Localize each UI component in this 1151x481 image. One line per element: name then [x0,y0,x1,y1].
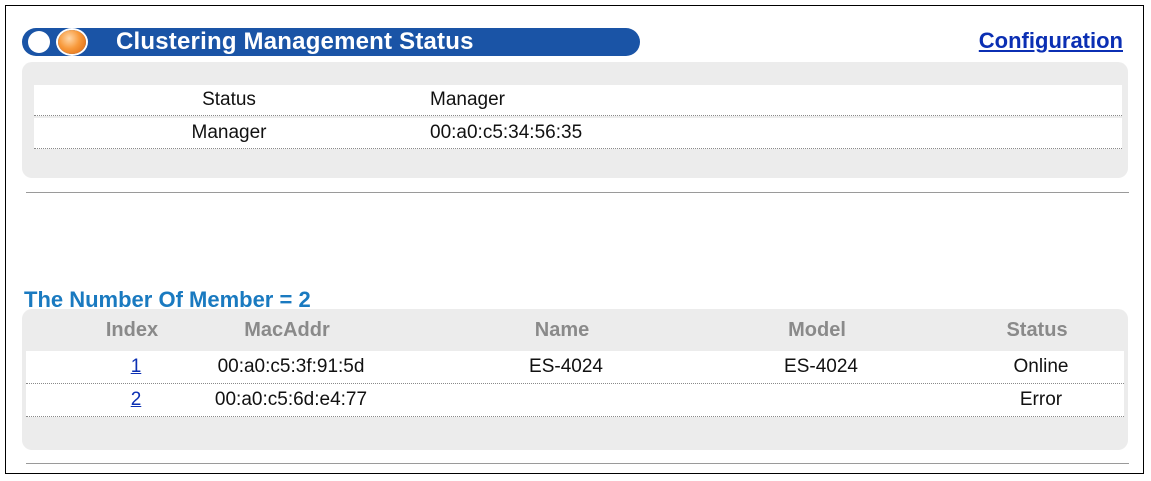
main-frame: Clustering Management Status Configurati… [5,5,1144,474]
status-panel-footer [34,151,1122,165]
model-cell: ES-4024 [784,356,858,377]
page-title: Clustering Management Status [116,28,474,55]
column-header-status: Status [1006,319,1068,341]
status-value: Manager [430,89,505,110]
mac-cell: 00:a0:c5:3f:91:5d [217,356,365,377]
member-index-link[interactable]: 2 [131,389,142,410]
name-cell: ES-4024 [529,356,603,377]
status-label: Status [202,89,256,110]
column-header-name: Name [534,319,590,341]
status-row: Status Manager [34,85,1122,116]
manager-value: 00:a0:c5:34:56:35 [430,122,583,143]
manager-label: Manager [191,122,267,143]
status-cell: Online [1013,356,1069,377]
mac-cell: 00:a0:c5:6d:e4:77 [214,389,368,410]
members-table: Index MacAddr Name Model Status 1 00:a0:… [22,309,1128,450]
manager-row: Manager 00:a0:c5:34:56:35 [34,118,1122,149]
column-header-macaddr: MacAddr [244,319,330,341]
divider [26,192,1129,193]
title-bar-cap [28,31,50,53]
divider [26,463,1129,464]
configuration-link[interactable]: Configuration [979,28,1123,54]
status-cell: Error [1019,389,1063,410]
table-row: 1 00:a0:c5:3f:91:5d ES-4024 ES-4024 Onli… [26,351,1124,384]
table-footer [26,417,1124,433]
table-row: 2 00:a0:c5:6d:e4:77 Error [26,384,1124,417]
member-index-link[interactable]: 1 [131,356,142,377]
status-panel: Status Manager Manager 00:a0:c5:34:56:35 [22,62,1128,178]
column-header-model: Model [788,319,846,341]
title-bar: Clustering Management Status [22,28,640,56]
orb-icon [58,30,86,54]
